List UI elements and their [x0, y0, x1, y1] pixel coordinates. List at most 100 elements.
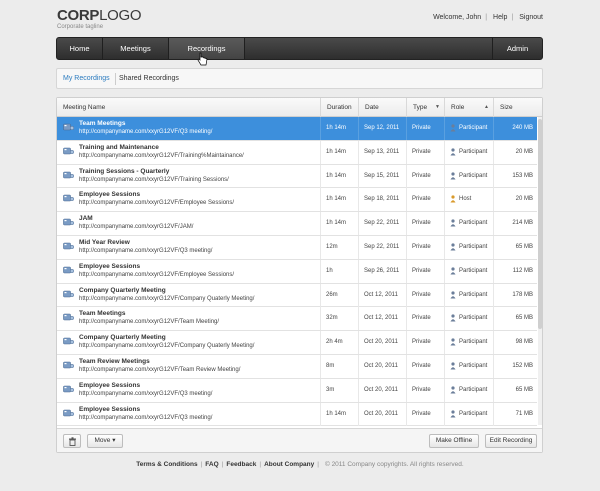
cell-date: Sep 12, 2011 [358, 117, 406, 140]
col-type[interactable]: Type ▼ [406, 98, 444, 117]
meeting-name[interactable]: Mid Year Review [79, 239, 130, 246]
meeting-url[interactable]: http://companyname.com/xxyrG12VF/Q3 meet… [79, 391, 212, 397]
recording-icon [63, 266, 74, 274]
table-row[interactable]: Training Sessions - Quarterly http://com… [57, 164, 537, 189]
cell-duration: 12m [320, 235, 358, 259]
cell-role: Participant [444, 307, 493, 331]
faq-link[interactable]: FAQ [205, 461, 218, 468]
scrollbar[interactable] [538, 117, 542, 425]
meeting-url[interactable]: http://companyname.com/xxyrG12VF/Trainin… [79, 153, 244, 159]
meeting-name[interactable]: Training and Maintenance [79, 144, 159, 151]
tab-shared-recordings[interactable]: Shared Recordings [119, 75, 179, 82]
meeting-url[interactable]: http://companyname.com/xxyrG12VF/Q3 meet… [79, 129, 212, 135]
table-row[interactable]: Employee Sessions http://companyname.com… [57, 259, 537, 284]
logo-rest: LOGO [99, 7, 142, 24]
col-role[interactable]: Role ▲ [444, 98, 493, 117]
recording-icon [63, 385, 74, 393]
table-row[interactable]: Company Quarterly Meeting http://company… [57, 331, 537, 355]
type-value: Private [412, 267, 431, 274]
cell-size: 152 MB [493, 354, 537, 378]
table-row[interactable]: Team Review Meetings http://companyname.… [57, 354, 537, 379]
move-button[interactable]: Move ▾ [87, 434, 123, 448]
cell-type: Private [406, 117, 444, 140]
role-value: Participant [459, 125, 488, 131]
cell-size: 20 MB [493, 140, 537, 164]
table-row[interactable]: Team Meetings http://companyname.com/xxy… [57, 307, 537, 332]
help-link[interactable]: Help [493, 14, 507, 21]
meeting-url[interactable]: http://companyname.com/xxyrG12VF/Team Me… [79, 319, 219, 325]
nav-meetings[interactable]: Meetings [103, 38, 169, 59]
cell-duration: 1h 14m [320, 117, 358, 140]
col-duration[interactable]: Duration [320, 98, 358, 117]
meeting-url[interactable]: http://companyname.com/xxyrG12VF/Company… [79, 343, 254, 349]
role-value: Participant [459, 148, 488, 155]
meeting-name[interactable]: Team Meetings [79, 120, 125, 127]
meeting-name[interactable]: Employee Sessions [79, 191, 140, 198]
meeting-url[interactable]: http://companyname.com/xxyrG12VF/JAM/ [79, 224, 193, 230]
cell-duration: 32m [320, 307, 358, 331]
about-link[interactable]: About Company [264, 461, 314, 468]
type-value: Private [412, 196, 431, 203]
meeting-name[interactable]: Employee Sessions [79, 263, 140, 270]
meeting-url[interactable]: http://companyname.com/xxyrG12VF/Q3 meet… [79, 415, 212, 421]
meeting-name[interactable]: Employee Sessions [79, 406, 140, 413]
table-row[interactable]: Employee Sessions http://companyname.com… [57, 188, 537, 213]
nav-home[interactable]: Home [57, 38, 103, 59]
cell-size: 153 MB [493, 164, 537, 188]
col-date[interactable]: Date [358, 98, 406, 117]
signout-link[interactable]: Signout [519, 14, 543, 21]
nav-admin[interactable]: Admin [492, 38, 542, 59]
person-icon [450, 409, 456, 418]
size-value: 178 MB [512, 291, 533, 298]
table-row[interactable]: Training and Maintenance http://companyn… [57, 140, 537, 165]
cell-role: Participant [444, 259, 493, 283]
meeting-name[interactable]: Training Sessions - Quarterly [79, 168, 169, 175]
delete-button[interactable] [63, 434, 81, 448]
meeting-name[interactable]: Team Review Meetings [79, 358, 150, 365]
col-meeting-name[interactable]: Meeting Name [57, 98, 320, 117]
make-offline-button[interactable]: Make Offline [429, 434, 479, 448]
duration-value: 1h 14m [326, 148, 347, 155]
tab-my-recordings[interactable]: My Recordings [63, 75, 110, 82]
cell-duration: 2h 4m [320, 331, 358, 355]
cell-role: Participant [444, 378, 493, 402]
meeting-url[interactable]: http://companyname.com/xxyrG12VF/Trainin… [79, 177, 229, 183]
scroll-thumb[interactable] [538, 119, 542, 329]
meeting-url[interactable]: http://companyname.com/xxyrG12VF/Company… [79, 296, 254, 302]
recording-icon [63, 242, 74, 250]
cell-size: 65 MB [493, 378, 537, 402]
meeting-url[interactable]: http://companyname.com/xxyrG12VF/Employe… [79, 200, 234, 206]
table-row[interactable]: Employee Sessions http://companyname.com… [57, 378, 537, 403]
feedback-link[interactable]: Feedback [226, 461, 256, 468]
table-row[interactable]: Mid Year Review http://companyname.com/x… [57, 235, 537, 260]
cell-type: Private [406, 140, 444, 164]
meeting-name[interactable]: JAM [79, 215, 93, 222]
col-role-label: Role [451, 104, 465, 111]
meeting-url[interactable]: http://companyname.com/xxyrG12VF/Team Re… [79, 367, 240, 373]
meeting-url[interactable]: http://companyname.com/xxyrG12VF/Employe… [79, 272, 234, 278]
cell-size: 178 MB [493, 283, 537, 307]
table-row[interactable]: Company Quarterly Meeting http://company… [57, 283, 537, 308]
col-size[interactable]: Size [493, 98, 535, 117]
main-navbar: Home Meetings Recordings Admin [56, 37, 543, 60]
meeting-name[interactable]: Team Meetings [79, 310, 125, 317]
meeting-url[interactable]: http://companyname.com/xxyrG12VF/Q3 meet… [79, 248, 212, 254]
table-row[interactable]: Employee Sessions http://companyname.com… [57, 402, 537, 427]
cell-role: Participant [444, 164, 493, 188]
type-value: Private [412, 315, 431, 322]
chevron-down-icon: ▾ [112, 437, 116, 444]
logo-text: CORPLOGO [57, 7, 142, 24]
edit-recording-button[interactable]: Edit Recording [485, 434, 537, 448]
table-row[interactable]: JAM http://companyname.com/xxyrG12VF/JAM… [57, 212, 537, 236]
cell-type: Private [406, 331, 444, 355]
terms-link[interactable]: Terms & Conditions [136, 461, 197, 468]
meeting-name[interactable]: Company Quarterly Meeting [79, 334, 166, 341]
cell-size: 71 MB [493, 402, 537, 426]
type-value: Private [412, 362, 431, 369]
role-value: Participant [459, 386, 488, 393]
table-row[interactable]: Team Meetings http://companyname.com/xxy… [57, 117, 537, 141]
meeting-name[interactable]: Company Quarterly Meeting [79, 287, 166, 294]
meeting-name[interactable]: Employee Sessions [79, 382, 140, 389]
cell-date: Oct 12, 2011 [358, 283, 406, 307]
cell-type: Private [406, 235, 444, 259]
